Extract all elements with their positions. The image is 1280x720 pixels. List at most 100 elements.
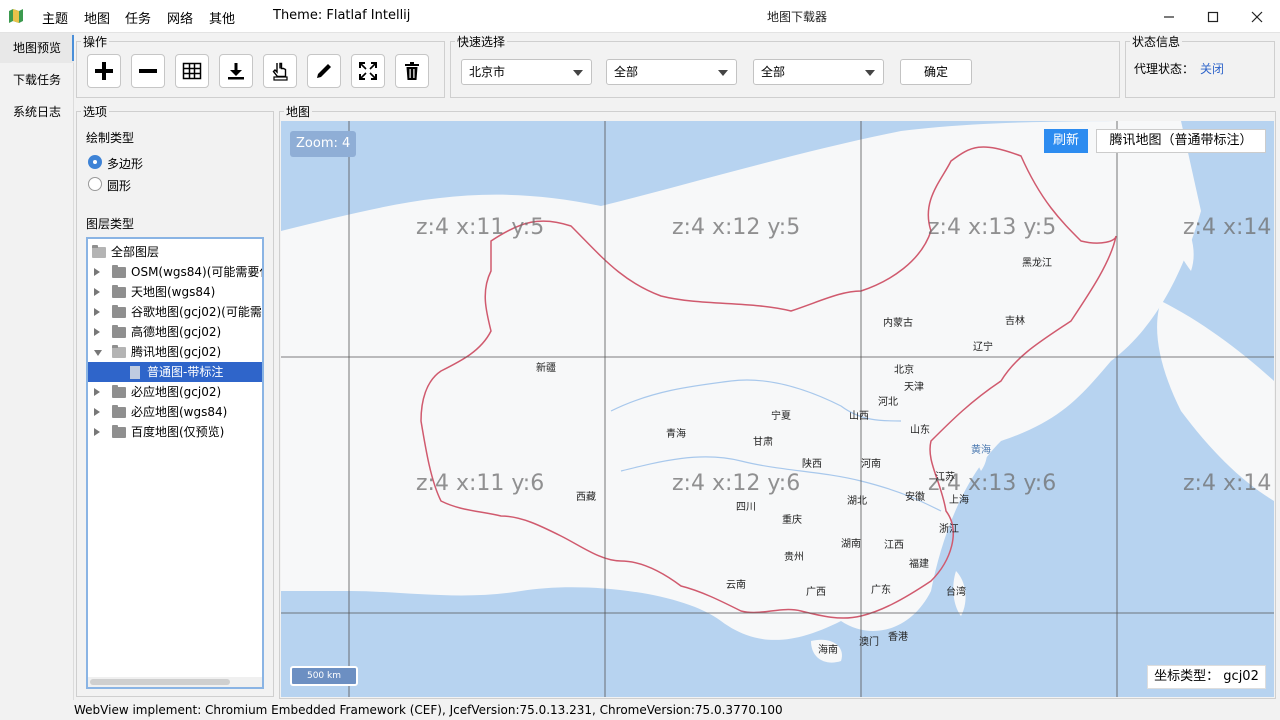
chevron-right-icon[interactable] [94, 268, 100, 276]
download-icon [228, 63, 244, 80]
close-button[interactable] [1237, 0, 1277, 33]
circle-radio-label: 圆形 [107, 179, 132, 193]
select-button[interactable] [263, 54, 297, 88]
chevron-right-icon[interactable] [94, 428, 100, 436]
draw-button[interactable] [307, 54, 341, 88]
add-icon [95, 62, 113, 80]
menu-theme[interactable]: 主题 [42, 8, 68, 27]
circle-radio[interactable] [88, 177, 102, 191]
map-place-label: 河南 [861, 459, 881, 470]
tree-node[interactable]: OSM(wgs84)(可能需要代 [88, 262, 262, 282]
tree-node[interactable]: 高德地图(gcj02) [88, 322, 262, 342]
map-title: 地图 [284, 103, 313, 120]
chevron-right-icon[interactable] [94, 408, 100, 416]
nav-download-tasks[interactable]: 下载任务 [0, 65, 74, 95]
tree-node[interactable]: 必应地图(gcj02) [88, 382, 262, 402]
map-place-label: 海南 [818, 645, 838, 656]
map-place-label: 北京 [894, 365, 914, 376]
map-place-label: 香港 [888, 632, 908, 643]
minimize-icon [1164, 15, 1174, 18]
maximize-button[interactable] [1193, 0, 1233, 33]
chevron-down-icon[interactable] [94, 350, 102, 356]
folder-icon [112, 265, 126, 278]
scrollbar-thumb[interactable] [90, 679, 230, 685]
draw-type-label: 绘制类型 [86, 131, 135, 145]
confirm-button[interactable]: 确定 [900, 59, 972, 85]
map-place-label: 湖南 [841, 539, 861, 550]
map-place-label: 内蒙古 [883, 318, 913, 329]
remove-button[interactable] [131, 54, 165, 88]
map-place-label: 吉林 [1005, 316, 1025, 327]
tree-node[interactable]: 普通图-带标注 [88, 362, 262, 382]
nav-map-preview[interactable]: 地图预览 [0, 33, 74, 63]
remove-icon [139, 69, 157, 73]
chevron-right-icon[interactable] [94, 388, 100, 396]
delete-button[interactable] [395, 54, 429, 88]
tree-node[interactable]: 全部图层 [88, 242, 262, 262]
chevron-down-icon [573, 70, 583, 76]
add-button[interactable] [87, 54, 121, 88]
polygon-radio[interactable] [88, 155, 102, 169]
menu-other[interactable]: 其他 [209, 8, 235, 27]
refresh-button[interactable]: 刷新 [1044, 129, 1088, 153]
tree-horizontal-scrollbar[interactable] [88, 677, 262, 687]
chevron-right-icon[interactable] [94, 288, 100, 296]
quick-select-title: 快速选择 [455, 33, 508, 50]
tree-node-label: 腾讯地图(gcj02) [131, 345, 222, 359]
tree-node[interactable]: 谷歌地图(gcj02)(可能需要 [88, 302, 262, 322]
map-place-label: 重庆 [782, 515, 802, 526]
chevron-right-icon[interactable] [94, 328, 100, 336]
map-place-label: 福建 [909, 559, 929, 570]
pencil-icon [317, 64, 331, 78]
app-map-icon [8, 8, 24, 24]
map-place-label: 黄海 [971, 445, 991, 456]
scale-bar: 500 km [290, 666, 358, 686]
district-select[interactable]: 全部 [753, 59, 884, 85]
map-view[interactable]: z:4 x:11 y:5 z:4 x:12 y:5 z:4 x:13 y:5 z… [281, 121, 1274, 697]
trash-icon [405, 62, 419, 80]
download-button[interactable] [219, 54, 253, 88]
menu-network[interactable]: 网络 [167, 8, 193, 27]
map-place-label: 山东 [910, 425, 930, 436]
minimize-button[interactable] [1149, 0, 1189, 33]
folder-icon [112, 385, 126, 398]
tree-node[interactable]: 必应地图(wgs84) [88, 402, 262, 422]
tree-node[interactable]: 腾讯地图(gcj02) [88, 342, 262, 362]
map-type-label[interactable]: 腾讯地图（普通带标注） [1096, 129, 1266, 153]
province-select[interactable]: 北京市 [461, 59, 592, 85]
tree-node[interactable]: 天地图(wgs84) [88, 282, 262, 302]
tile-label: z:4 x:11 y:6 [416, 471, 545, 496]
map-place-label: 青海 [666, 429, 686, 440]
theme-label: Theme: Flatlaf Intellij [273, 8, 411, 23]
menu-task[interactable]: 任务 [125, 8, 151, 27]
menu-map[interactable]: 地图 [84, 8, 110, 27]
district-value: 全部 [761, 65, 786, 79]
map-place-label: 新疆 [536, 363, 556, 374]
zoom-level-badge: Zoom: 4 [290, 131, 357, 157]
options-title: 选项 [81, 103, 110, 120]
map-place-label: 江苏 [935, 472, 955, 483]
nav-system-log[interactable]: 系统日志 [0, 97, 74, 127]
proxy-status-label: 代理状态： [1134, 62, 1195, 76]
tree-node-label: 谷歌地图(gcj02)(可能需要 [131, 305, 264, 319]
fullscreen-button[interactable] [351, 54, 385, 88]
folder-icon [112, 305, 126, 318]
map-place-label: 辽宁 [973, 342, 993, 353]
map-place-label: 山西 [849, 411, 869, 422]
grid-icon [182, 62, 202, 80]
map-place-label: 云南 [726, 580, 746, 591]
map-place-label: 四川 [736, 502, 756, 513]
file-icon [130, 366, 140, 379]
map-place-label: 宁夏 [771, 411, 791, 422]
map-place-label: 江西 [884, 540, 904, 551]
map-place-label: 西藏 [576, 492, 596, 503]
chevron-right-icon[interactable] [94, 308, 100, 316]
map-place-label: 陕西 [802, 459, 822, 470]
map-place-label: 河北 [878, 397, 898, 408]
map-place-label: 上海 [949, 495, 969, 506]
tree-node-label: 天地图(wgs84) [131, 285, 216, 299]
title-bar: 主题 地图 任务 网络 其他 Theme: Flatlaf Intellij 地… [0, 0, 1280, 33]
grid-button[interactable] [175, 54, 209, 88]
tree-node[interactable]: 百度地图(仅预览) [88, 422, 262, 442]
city-select[interactable]: 全部 [606, 59, 737, 85]
